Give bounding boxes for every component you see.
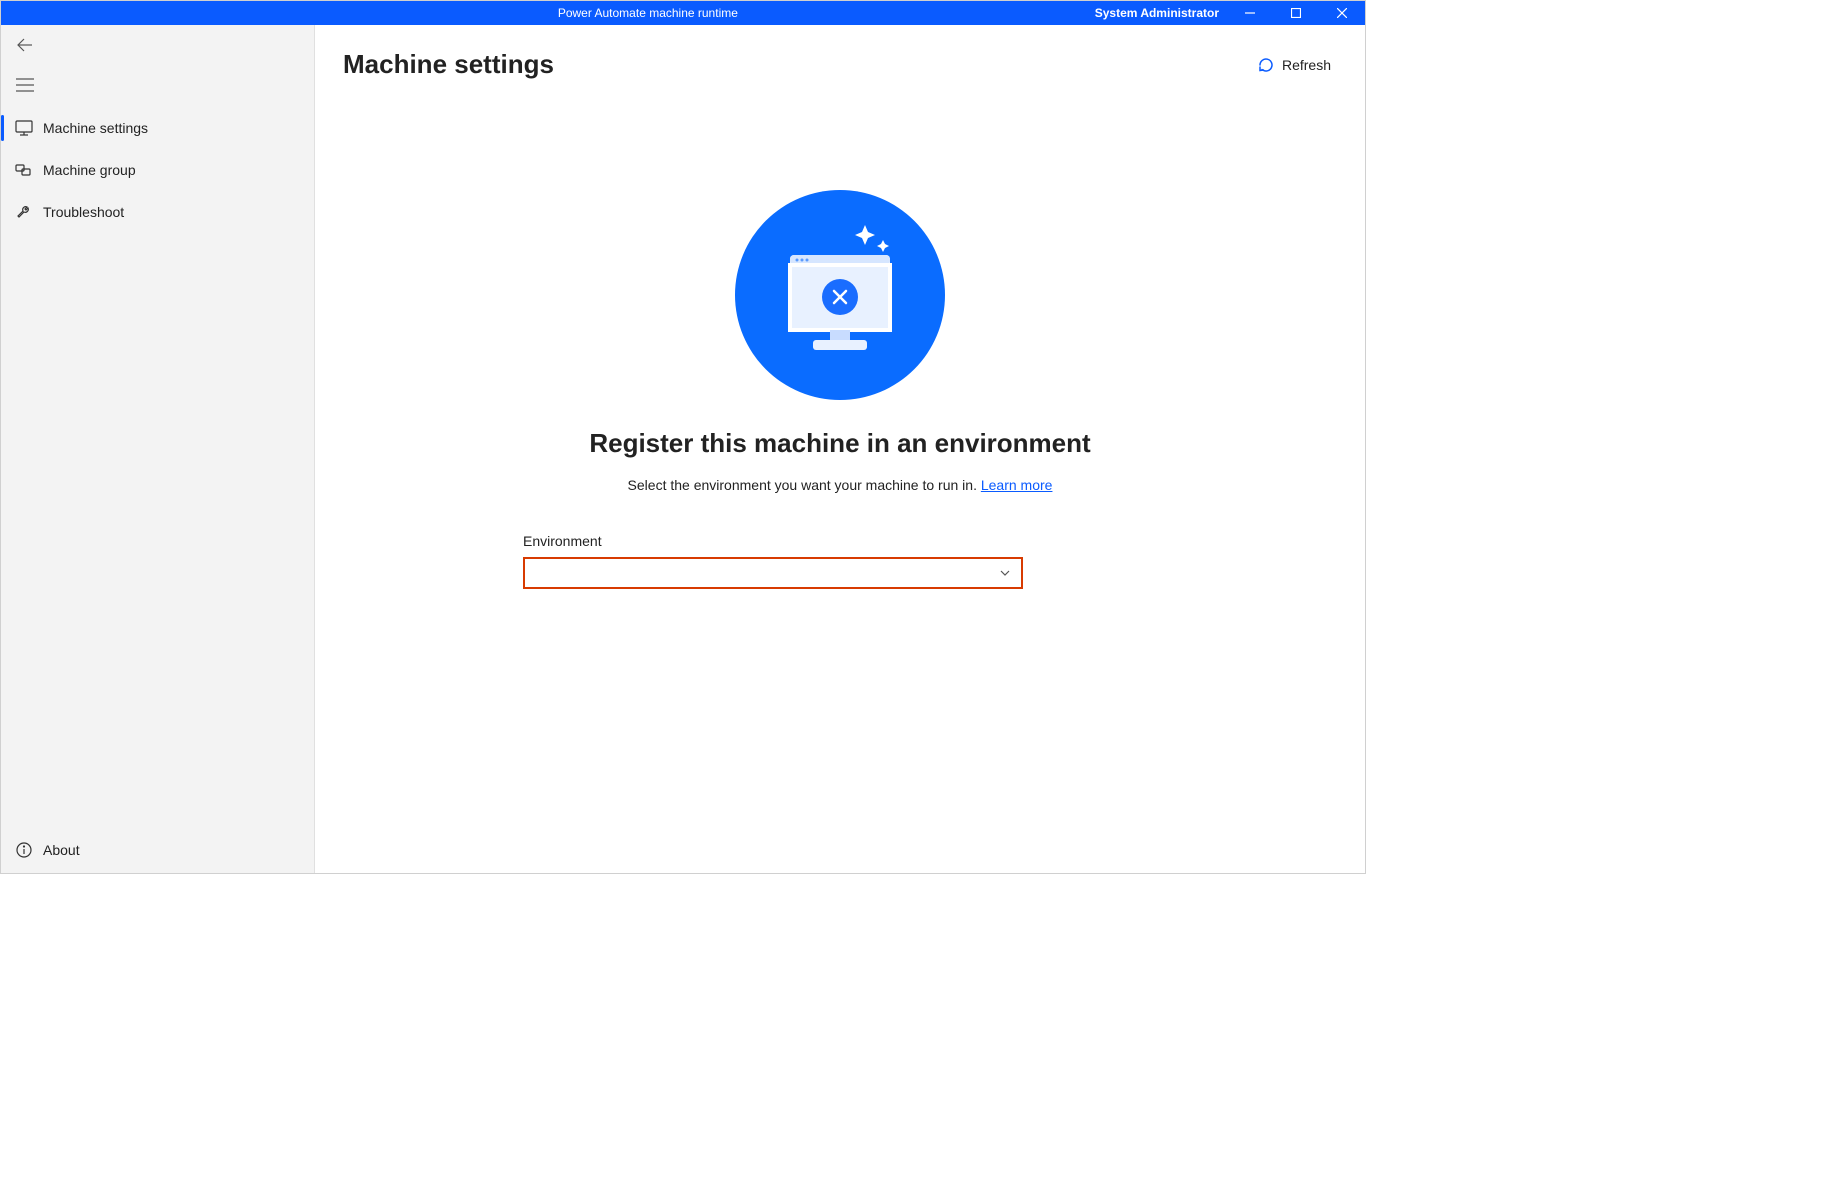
back-arrow-icon — [16, 36, 34, 54]
sidebar-item-machine-settings[interactable]: Machine settings — [1, 107, 314, 149]
wrench-icon — [15, 203, 33, 221]
minimize-icon — [1245, 8, 1255, 18]
titlebar: Power Automate machine runtime System Ad… — [1, 1, 1365, 25]
register-heading: Register this machine in an environment — [589, 428, 1090, 459]
page-title: Machine settings — [343, 49, 1258, 80]
info-icon — [15, 841, 33, 859]
refresh-icon — [1258, 57, 1274, 73]
sidebar-item-label: Troubleshoot — [43, 204, 124, 220]
hamburger-button[interactable] — [5, 65, 45, 105]
chevron-down-icon — [999, 567, 1011, 579]
back-button[interactable] — [5, 25, 45, 65]
about-label: About — [43, 842, 80, 858]
learn-more-link[interactable]: Learn more — [981, 477, 1053, 493]
close-button[interactable] — [1319, 1, 1365, 25]
sidebar-item-machine-group[interactable]: Machine group — [1, 149, 314, 191]
close-icon — [1337, 8, 1347, 18]
minimize-button[interactable] — [1227, 1, 1273, 25]
hamburger-icon — [16, 78, 34, 92]
sidebar-item-troubleshoot[interactable]: Troubleshoot — [1, 191, 314, 233]
group-icon — [15, 161, 33, 179]
sidebar: Machine settings Machine group Troublesh… — [1, 25, 315, 873]
refresh-button[interactable]: Refresh — [1258, 57, 1331, 73]
environment-label: Environment — [523, 533, 1023, 549]
window-title: Power Automate machine runtime — [201, 6, 1095, 20]
maximize-button[interactable] — [1273, 1, 1319, 25]
main-content: Machine settings Refresh — [315, 25, 1365, 873]
monitor-icon — [15, 119, 33, 137]
refresh-label: Refresh — [1282, 57, 1331, 73]
register-illustration — [735, 190, 945, 400]
register-subtitle: Select the environment you want your mac… — [628, 477, 1053, 493]
environment-dropdown[interactable] — [523, 557, 1023, 589]
subtitle-text: Select the environment you want your mac… — [628, 477, 981, 493]
sidebar-item-label: Machine settings — [43, 120, 148, 136]
sidebar-item-label: Machine group — [43, 162, 136, 178]
user-name: System Administrator — [1095, 6, 1219, 20]
maximize-icon — [1291, 8, 1301, 18]
sidebar-item-about[interactable]: About — [15, 841, 300, 859]
